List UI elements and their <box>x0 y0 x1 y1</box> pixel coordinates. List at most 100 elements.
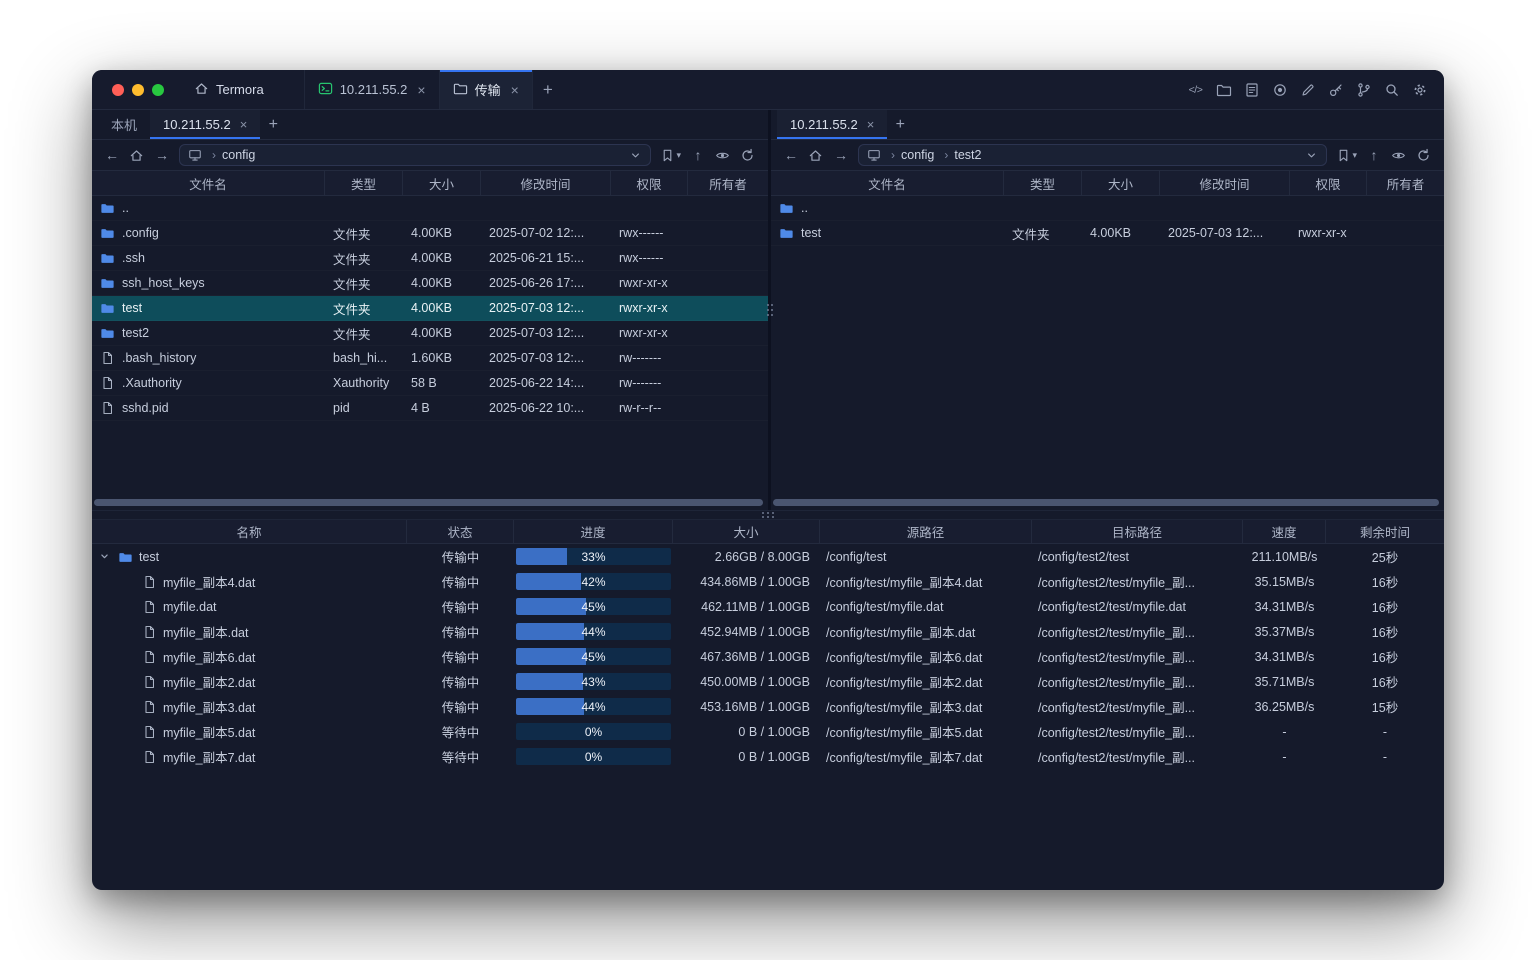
left-panel-tabs: 本机 10.211.55.2 × + <box>92 110 768 140</box>
column-header-type[interactable]: 类型 <box>1004 171 1082 195</box>
transfer-row[interactable]: myfile_副本3.dat 传输中 44% 453.16MB / 1.00GB… <box>92 694 1444 719</box>
splitter-grip-icon[interactable] <box>762 512 764 514</box>
file-row[interactable]: test 文件夹 4.00KB 2025-07-03 12:... rwxr-x… <box>92 296 768 321</box>
back-button[interactable]: ← <box>783 148 799 162</box>
column-header-status[interactable]: 状态 <box>407 520 514 543</box>
new-tab-button[interactable]: + <box>533 70 563 109</box>
panel-tab-local[interactable]: 本机 <box>98 110 150 139</box>
horizontal-scrollbar[interactable] <box>773 499 1439 506</box>
file-row[interactable]: .. <box>92 196 768 221</box>
splitter-grip-icon[interactable] <box>767 304 769 306</box>
file-row[interactable]: .config 文件夹 4.00KB 2025-07-02 12:... rwx… <box>92 221 768 246</box>
key-button[interactable] <box>1323 77 1348 102</box>
code-snippets-button[interactable]: </> <box>1183 77 1208 102</box>
new-panel-tab-button[interactable]: + <box>887 110 913 139</box>
edit-button[interactable] <box>1295 77 1320 102</box>
expand-chevron-icon[interactable] <box>98 550 112 563</box>
cell-size: 4.00KB <box>403 301 481 315</box>
right-file-table-header: 文件名 类型 大小 修改时间 权限 所有者 <box>771 170 1444 196</box>
close-icon[interactable]: × <box>511 83 519 97</box>
column-header-remaining[interactable]: 剩余时间 <box>1326 520 1444 543</box>
file-row[interactable]: test 文件夹 4.00KB 2025-07-03 12:... rwxr-x… <box>771 221 1444 246</box>
transfer-splitter[interactable] <box>92 510 1444 520</box>
cell-speed: 35.37MB/s <box>1243 625 1326 639</box>
panel-tab-session[interactable]: 10.211.55.2 × <box>777 110 887 139</box>
forward-button[interactable]: → <box>833 148 849 162</box>
column-header-filename[interactable]: 文件名 <box>92 171 325 195</box>
close-icon[interactable]: × <box>240 118 248 131</box>
path-breadcrumb[interactable]: ›config ›test2 <box>858 144 1327 166</box>
file-row[interactable]: .Xauthority Xauthority 58 B 2025-06-22 1… <box>92 371 768 396</box>
column-header-source[interactable]: 源路径 <box>820 520 1032 543</box>
tab-transfer[interactable]: 传输 × <box>440 70 533 109</box>
column-header-target[interactable]: 目标路径 <box>1032 520 1243 543</box>
file-row[interactable]: .. <box>771 196 1444 221</box>
transfer-row[interactable]: myfile_副本7.dat 等待中 0% 0 B / 1.00GB /conf… <box>92 744 1444 769</box>
zoom-window-button[interactable] <box>152 84 164 96</box>
panel-tab-session[interactable]: 10.211.55.2 × <box>150 110 260 139</box>
forward-button[interactable]: → <box>154 148 170 162</box>
back-button[interactable]: ← <box>104 148 120 162</box>
transfer-row[interactable]: myfile_副本4.dat 传输中 42% 434.86MB / 1.00GB… <box>92 569 1444 594</box>
refresh-button[interactable] <box>740 148 756 163</box>
show-hidden-files-button[interactable] <box>1391 148 1407 163</box>
log-button[interactable] <box>1239 77 1264 102</box>
column-header-permissions[interactable]: 权限 <box>611 171 688 195</box>
file-row[interactable]: .ssh 文件夹 4.00KB 2025-06-21 15:... rwx---… <box>92 246 768 271</box>
column-header-mtime[interactable]: 修改时间 <box>1160 171 1290 195</box>
transfer-row[interactable]: myfile_副本2.dat 传输中 43% 450.00MB / 1.00GB… <box>92 669 1444 694</box>
column-header-size[interactable]: 大小 <box>1082 171 1160 195</box>
column-header-permissions[interactable]: 权限 <box>1290 171 1367 195</box>
column-header-mtime[interactable]: 修改时间 <box>481 171 611 195</box>
home-button[interactable] <box>808 148 824 163</box>
horizontal-scrollbar[interactable] <box>94 499 763 506</box>
minimize-window-button[interactable] <box>132 84 144 96</box>
bookmark-button[interactable]: ▾ <box>660 148 681 163</box>
close-icon[interactable]: × <box>417 83 425 97</box>
cell-mtime: 2025-06-26 17:... <box>481 276 611 290</box>
file-row[interactable]: test2 文件夹 4.00KB 2025-07-03 12:... rwxr-… <box>92 321 768 346</box>
transfer-row[interactable]: myfile_副本5.dat 等待中 0% 0 B / 1.00GB /conf… <box>92 719 1444 744</box>
breadcrumb-segment[interactable]: ›test2 <box>938 148 981 162</box>
breadcrumb-segment[interactable]: ›config <box>206 148 255 162</box>
breadcrumb-separator: › <box>891 148 895 162</box>
search-button[interactable] <box>1379 77 1404 102</box>
close-icon[interactable]: × <box>867 118 875 131</box>
show-hidden-files-button[interactable] <box>715 148 731 163</box>
record-button[interactable] <box>1267 77 1292 102</box>
file-row[interactable]: sshd.pid pid 4 B 2025-06-22 10:... rw-r-… <box>92 396 768 421</box>
column-header-filename[interactable]: 文件名 <box>771 171 1004 195</box>
path-dropdown-button[interactable] <box>629 149 642 162</box>
breadcrumb-segment[interactable]: ›config <box>885 148 934 162</box>
parent-directory-button[interactable]: ↑ <box>690 148 706 162</box>
progress-bar: 44% <box>516 623 671 640</box>
path-dropdown-button[interactable] <box>1305 149 1318 162</box>
file-row[interactable]: ssh_host_keys 文件夹 4.00KB 2025-06-26 17:.… <box>92 271 768 296</box>
path-breadcrumb[interactable]: ›config <box>179 144 651 166</box>
transfer-row[interactable]: test 传输中 33% 2.66GB / 8.00GB /config/tes… <box>92 544 1444 569</box>
refresh-button[interactable] <box>1416 148 1432 163</box>
column-header-name[interactable]: 名称 <box>92 520 407 543</box>
column-header-size[interactable]: 大小 <box>673 520 820 543</box>
transfer-row[interactable]: myfile.dat 传输中 45% 462.11MB / 1.00GB /co… <box>92 594 1444 619</box>
branch-button[interactable] <box>1351 77 1376 102</box>
tab-session[interactable]: 10.211.55.2 × <box>304 70 440 109</box>
parent-directory-button[interactable]: ↑ <box>1366 148 1382 162</box>
column-header-owner[interactable]: 所有者 <box>688 171 768 195</box>
file-manager-button[interactable] <box>1211 77 1236 102</box>
close-window-button[interactable] <box>112 84 124 96</box>
bookmark-button[interactable]: ▾ <box>1336 148 1357 163</box>
cell-progress: 33% <box>514 548 673 565</box>
column-header-speed[interactable]: 速度 <box>1243 520 1326 543</box>
column-header-size[interactable]: 大小 <box>403 171 481 195</box>
record-icon <box>1272 82 1288 98</box>
column-header-type[interactable]: 类型 <box>325 171 403 195</box>
column-header-progress[interactable]: 进度 <box>514 520 673 543</box>
settings-button[interactable] <box>1407 77 1432 102</box>
home-button[interactable] <box>129 148 145 163</box>
file-row[interactable]: .bash_history bash_hi... 1.60KB 2025-07-… <box>92 346 768 371</box>
column-header-owner[interactable]: 所有者 <box>1367 171 1444 195</box>
new-panel-tab-button[interactable]: + <box>260 110 286 139</box>
transfer-row[interactable]: myfile_副本6.dat 传输中 45% 467.36MB / 1.00GB… <box>92 644 1444 669</box>
transfer-row[interactable]: myfile_副本.dat 传输中 44% 452.94MB / 1.00GB … <box>92 619 1444 644</box>
